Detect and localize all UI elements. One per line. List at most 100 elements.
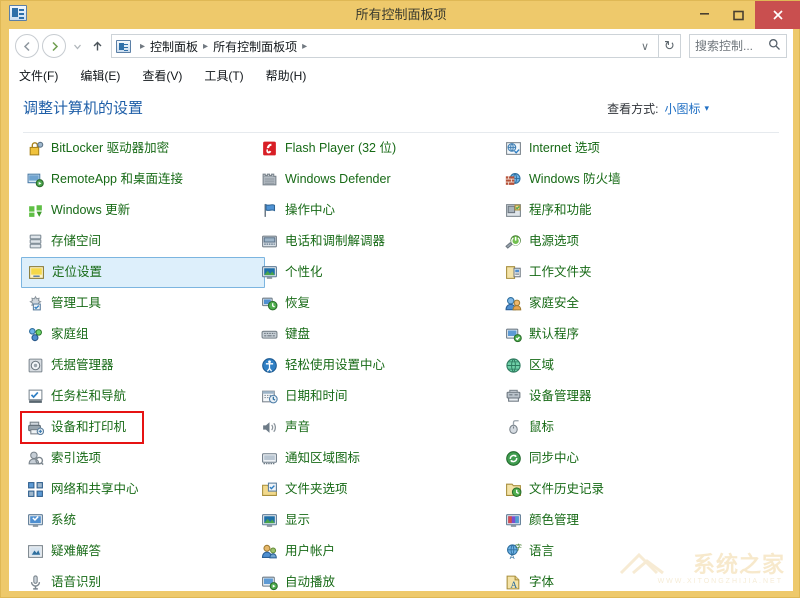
language-icon: A字 — [505, 543, 522, 560]
refresh-button[interactable]: ↻ — [659, 34, 681, 58]
chevron-down-icon[interactable]: ∨ — [636, 40, 654, 53]
homegroup-icon — [27, 326, 44, 343]
minimize-button[interactable] — [687, 1, 721, 29]
control-panel-item[interactable]: Windows Defender — [255, 164, 499, 195]
control-panel-item[interactable]: 个性化 — [255, 257, 499, 288]
control-panel-item[interactable]: 电话和调制解调器 — [255, 226, 499, 257]
svg-text:字: 字 — [515, 543, 522, 551]
forward-button[interactable] — [42, 34, 66, 58]
control-panel-item[interactable]: 声音 — [255, 412, 499, 443]
control-panel-item[interactable]: 文件历史记录 — [499, 474, 743, 505]
control-panel-item[interactable]: 鼠标 — [499, 412, 743, 443]
control-panel-item[interactable]: 管理工具 — [21, 288, 265, 319]
control-panel-item-label: 存储空间 — [51, 235, 101, 248]
storage-spaces-icon — [27, 233, 44, 250]
control-panel-item[interactable]: 语音识别 — [21, 567, 265, 591]
menu-edit[interactable]: 编辑(E) — [80, 67, 120, 84]
control-panel-item[interactable]: 家庭安全 — [499, 288, 743, 319]
personalization-icon — [261, 264, 278, 281]
menu-view[interactable]: 查看(V) — [142, 67, 182, 84]
control-panel-item[interactable]: BitLocker 驱动器加密 — [21, 133, 265, 164]
breadcrumb-item-1[interactable]: 所有控制面板项 — [213, 38, 297, 55]
control-panel-item[interactable]: A 字体 — [499, 567, 743, 591]
action-center-icon — [261, 202, 278, 219]
breadcrumb-separator[interactable]: ▸ — [302, 41, 307, 52]
control-panel-item[interactable]: 任务栏和导航 — [21, 381, 265, 412]
breadcrumb[interactable]: ▸ 控制面板 ▸ 所有控制面板项 ▸ ∨ — [111, 34, 659, 58]
control-panel-item[interactable]: 工作文件夹 — [499, 257, 743, 288]
control-panel-item[interactable]: 通知区域图标 — [255, 443, 499, 474]
control-panel-item[interactable]: 索引选项 — [21, 443, 265, 474]
control-panel-item[interactable]: 系统 — [21, 505, 265, 536]
control-panel-item-label: 语音识别 — [51, 576, 101, 589]
control-panel-item[interactable]: 家庭组 — [21, 319, 265, 350]
control-panel-item[interactable]: 设备管理器 — [499, 381, 743, 412]
view-by-control: 查看方式: 小图标 ▾ — [607, 100, 709, 117]
control-panel-item[interactable]: A字语言 — [499, 536, 743, 567]
breadcrumb-control-panel-icon — [116, 40, 131, 53]
window-controls — [687, 1, 800, 29]
control-panel-item[interactable]: 默认程序 — [499, 319, 743, 350]
search-box[interactable] — [689, 34, 787, 58]
search-icon[interactable] — [768, 38, 781, 54]
control-panel-item[interactable]: 日期和时间 — [255, 381, 499, 412]
maximize-button[interactable] — [721, 1, 755, 29]
bitlocker-icon — [27, 140, 44, 157]
control-panel-item[interactable]: RemoteApp 和桌面连接 — [21, 164, 265, 195]
control-panel-item-label: Internet 选项 — [529, 142, 600, 155]
control-panel-item[interactable]: 操作中心 — [255, 195, 499, 226]
control-panel-item[interactable]: Windows 更新 — [21, 195, 265, 226]
close-button[interactable] — [755, 1, 800, 29]
recent-locations-button[interactable] — [69, 34, 85, 58]
remoteapp-icon — [27, 171, 44, 188]
chevron-down-icon[interactable]: ▾ — [704, 103, 709, 114]
control-panel-item[interactable]: 凭据管理器 — [21, 350, 265, 381]
user-accounts-icon — [261, 543, 278, 560]
control-panel-item-label: 声音 — [285, 421, 310, 434]
control-panel-item[interactable]: 定位设置 — [21, 257, 265, 288]
menu-tools[interactable]: 工具(T) — [204, 67, 243, 84]
breadcrumb-separator[interactable]: ▸ — [140, 41, 145, 52]
control-panel-item[interactable]: 网络和共享中心 — [21, 474, 265, 505]
title-bar: 所有控制面板项 — [1, 1, 800, 29]
breadcrumb-separator[interactable]: ▸ — [203, 41, 208, 52]
fonts-icon: A — [505, 574, 522, 591]
control-panel-item[interactable]: 区域 — [499, 350, 743, 381]
control-panel-item[interactable]: 设备和打印机 — [21, 412, 143, 443]
control-panel-item[interactable]: 同步中心 — [499, 443, 743, 474]
control-panel-item[interactable]: 自动播放 — [255, 567, 499, 591]
default-programs-icon — [505, 326, 522, 343]
control-panel-item[interactable]: 疑难解答 — [21, 536, 265, 567]
control-panel-item[interactable]: 显示 — [255, 505, 499, 536]
window-title: 所有控制面板项 — [1, 1, 800, 29]
view-by-label: 查看方式: — [607, 100, 658, 117]
control-panel-item[interactable]: Windows 防火墙 — [499, 164, 743, 195]
control-panel-item-label: 键盘 — [285, 328, 310, 341]
control-panel-item-label: 恢复 — [285, 297, 310, 310]
breadcrumb-item-0[interactable]: 控制面板 — [150, 38, 198, 55]
up-button[interactable] — [87, 34, 107, 58]
windows-defender-icon — [261, 171, 278, 188]
back-button[interactable] — [15, 34, 39, 58]
windows-firewall-icon — [505, 171, 522, 188]
control-panel-item[interactable]: 恢复 — [255, 288, 499, 319]
menu-file[interactable]: 文件(F) — [19, 67, 58, 84]
control-panel-item-label: 字体 — [529, 576, 554, 589]
control-panel-item[interactable]: 文件夹选项 — [255, 474, 499, 505]
control-panel-item[interactable]: 程序和功能 — [499, 195, 743, 226]
search-input[interactable] — [695, 39, 768, 53]
menu-help[interactable]: 帮助(H) — [266, 67, 307, 84]
control-panel-item[interactable]: 用户帐户 — [255, 536, 499, 567]
view-by-value[interactable]: 小图标 — [664, 100, 700, 117]
control-panel-item[interactable]: Flash Player (32 位) — [255, 133, 499, 164]
control-panel-item[interactable]: 电源选项 — [499, 226, 743, 257]
control-panel-item[interactable]: 键盘 — [255, 319, 499, 350]
control-panel-item[interactable]: Internet 选项 — [499, 133, 743, 164]
svg-text:A: A — [510, 552, 515, 560]
control-panel-item-label: 文件历史记录 — [529, 483, 604, 496]
sound-icon — [261, 419, 278, 436]
control-panel-item[interactable]: 存储空间 — [21, 226, 265, 257]
power-options-icon — [505, 233, 522, 250]
control-panel-item[interactable]: 颜色管理 — [499, 505, 743, 536]
control-panel-item[interactable]: 轻松使用设置中心 — [255, 350, 499, 381]
